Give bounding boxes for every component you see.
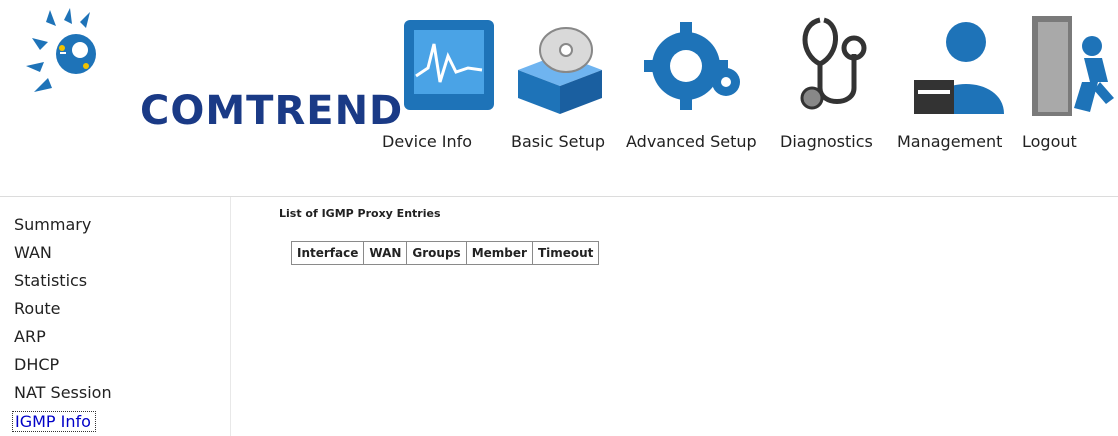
- column-header-timeout: Timeout: [531, 241, 600, 265]
- nav-label-basic-setup[interactable]: Basic Setup: [511, 132, 605, 151]
- chart-monitor-icon: [404, 20, 494, 110]
- sidebar-item-route[interactable]: Route: [14, 299, 60, 318]
- page-title: List of IGMP Proxy Entries: [279, 207, 441, 220]
- nav-label-management[interactable]: Management: [897, 132, 1002, 151]
- table-header-row: Interface WAN Groups Member Timeout: [290, 241, 600, 265]
- column-header-groups: Groups: [406, 241, 467, 265]
- nav-label-device-info[interactable]: Device Info: [382, 132, 472, 151]
- logo-text: COMTREND: [140, 88, 404, 134]
- nav-label-diagnostics[interactable]: Diagnostics: [780, 132, 873, 151]
- column-header-wan: WAN: [363, 241, 408, 265]
- user-admin-icon: [914, 22, 1004, 114]
- header: COMTREND Device Info Basic Setup Advance…: [0, 0, 1118, 197]
- comtrend-logo: COMTREND: [20, 8, 402, 134]
- sidebar-item-wan[interactable]: WAN: [14, 243, 52, 262]
- igmp-proxy-table: Interface WAN Groups Member Timeout: [290, 241, 600, 265]
- main-content: List of IGMP Proxy Entries Interface WAN…: [230, 197, 1118, 436]
- sidebar-item-arp[interactable]: ARP: [14, 327, 46, 346]
- column-header-member: Member: [465, 241, 533, 265]
- nav-label-logout[interactable]: Logout: [1022, 132, 1077, 151]
- sidebar-item-summary[interactable]: Summary: [14, 215, 91, 234]
- nav-diagnostics[interactable]: [790, 14, 890, 122]
- exit-door-icon: [1032, 16, 1114, 116]
- box-disc-icon: [518, 27, 602, 114]
- stethoscope-icon: [800, 17, 867, 110]
- column-header-interface: Interface: [290, 241, 365, 265]
- sunburst-logo-icon: [26, 8, 96, 92]
- nav-device-info[interactable]: [400, 16, 500, 120]
- nav-logout[interactable]: [1028, 12, 1118, 126]
- sidebar-item-statistics[interactable]: Statistics: [14, 271, 87, 290]
- nav-basic-setup[interactable]: [508, 14, 612, 122]
- sidebar: Summary WAN Statistics Route ARP DHCP NA…: [0, 197, 230, 436]
- nav-label-advanced-setup[interactable]: Advanced Setup: [626, 132, 757, 151]
- sidebar-item-dhcp[interactable]: DHCP: [14, 355, 59, 374]
- sidebar-item-nat-session[interactable]: NAT Session: [14, 383, 112, 402]
- gears-icon: [644, 22, 740, 110]
- nav-advanced-setup[interactable]: [640, 18, 748, 118]
- nav-management[interactable]: [910, 14, 1010, 122]
- sidebar-item-igmp-info[interactable]: IGMP Info: [12, 411, 96, 432]
